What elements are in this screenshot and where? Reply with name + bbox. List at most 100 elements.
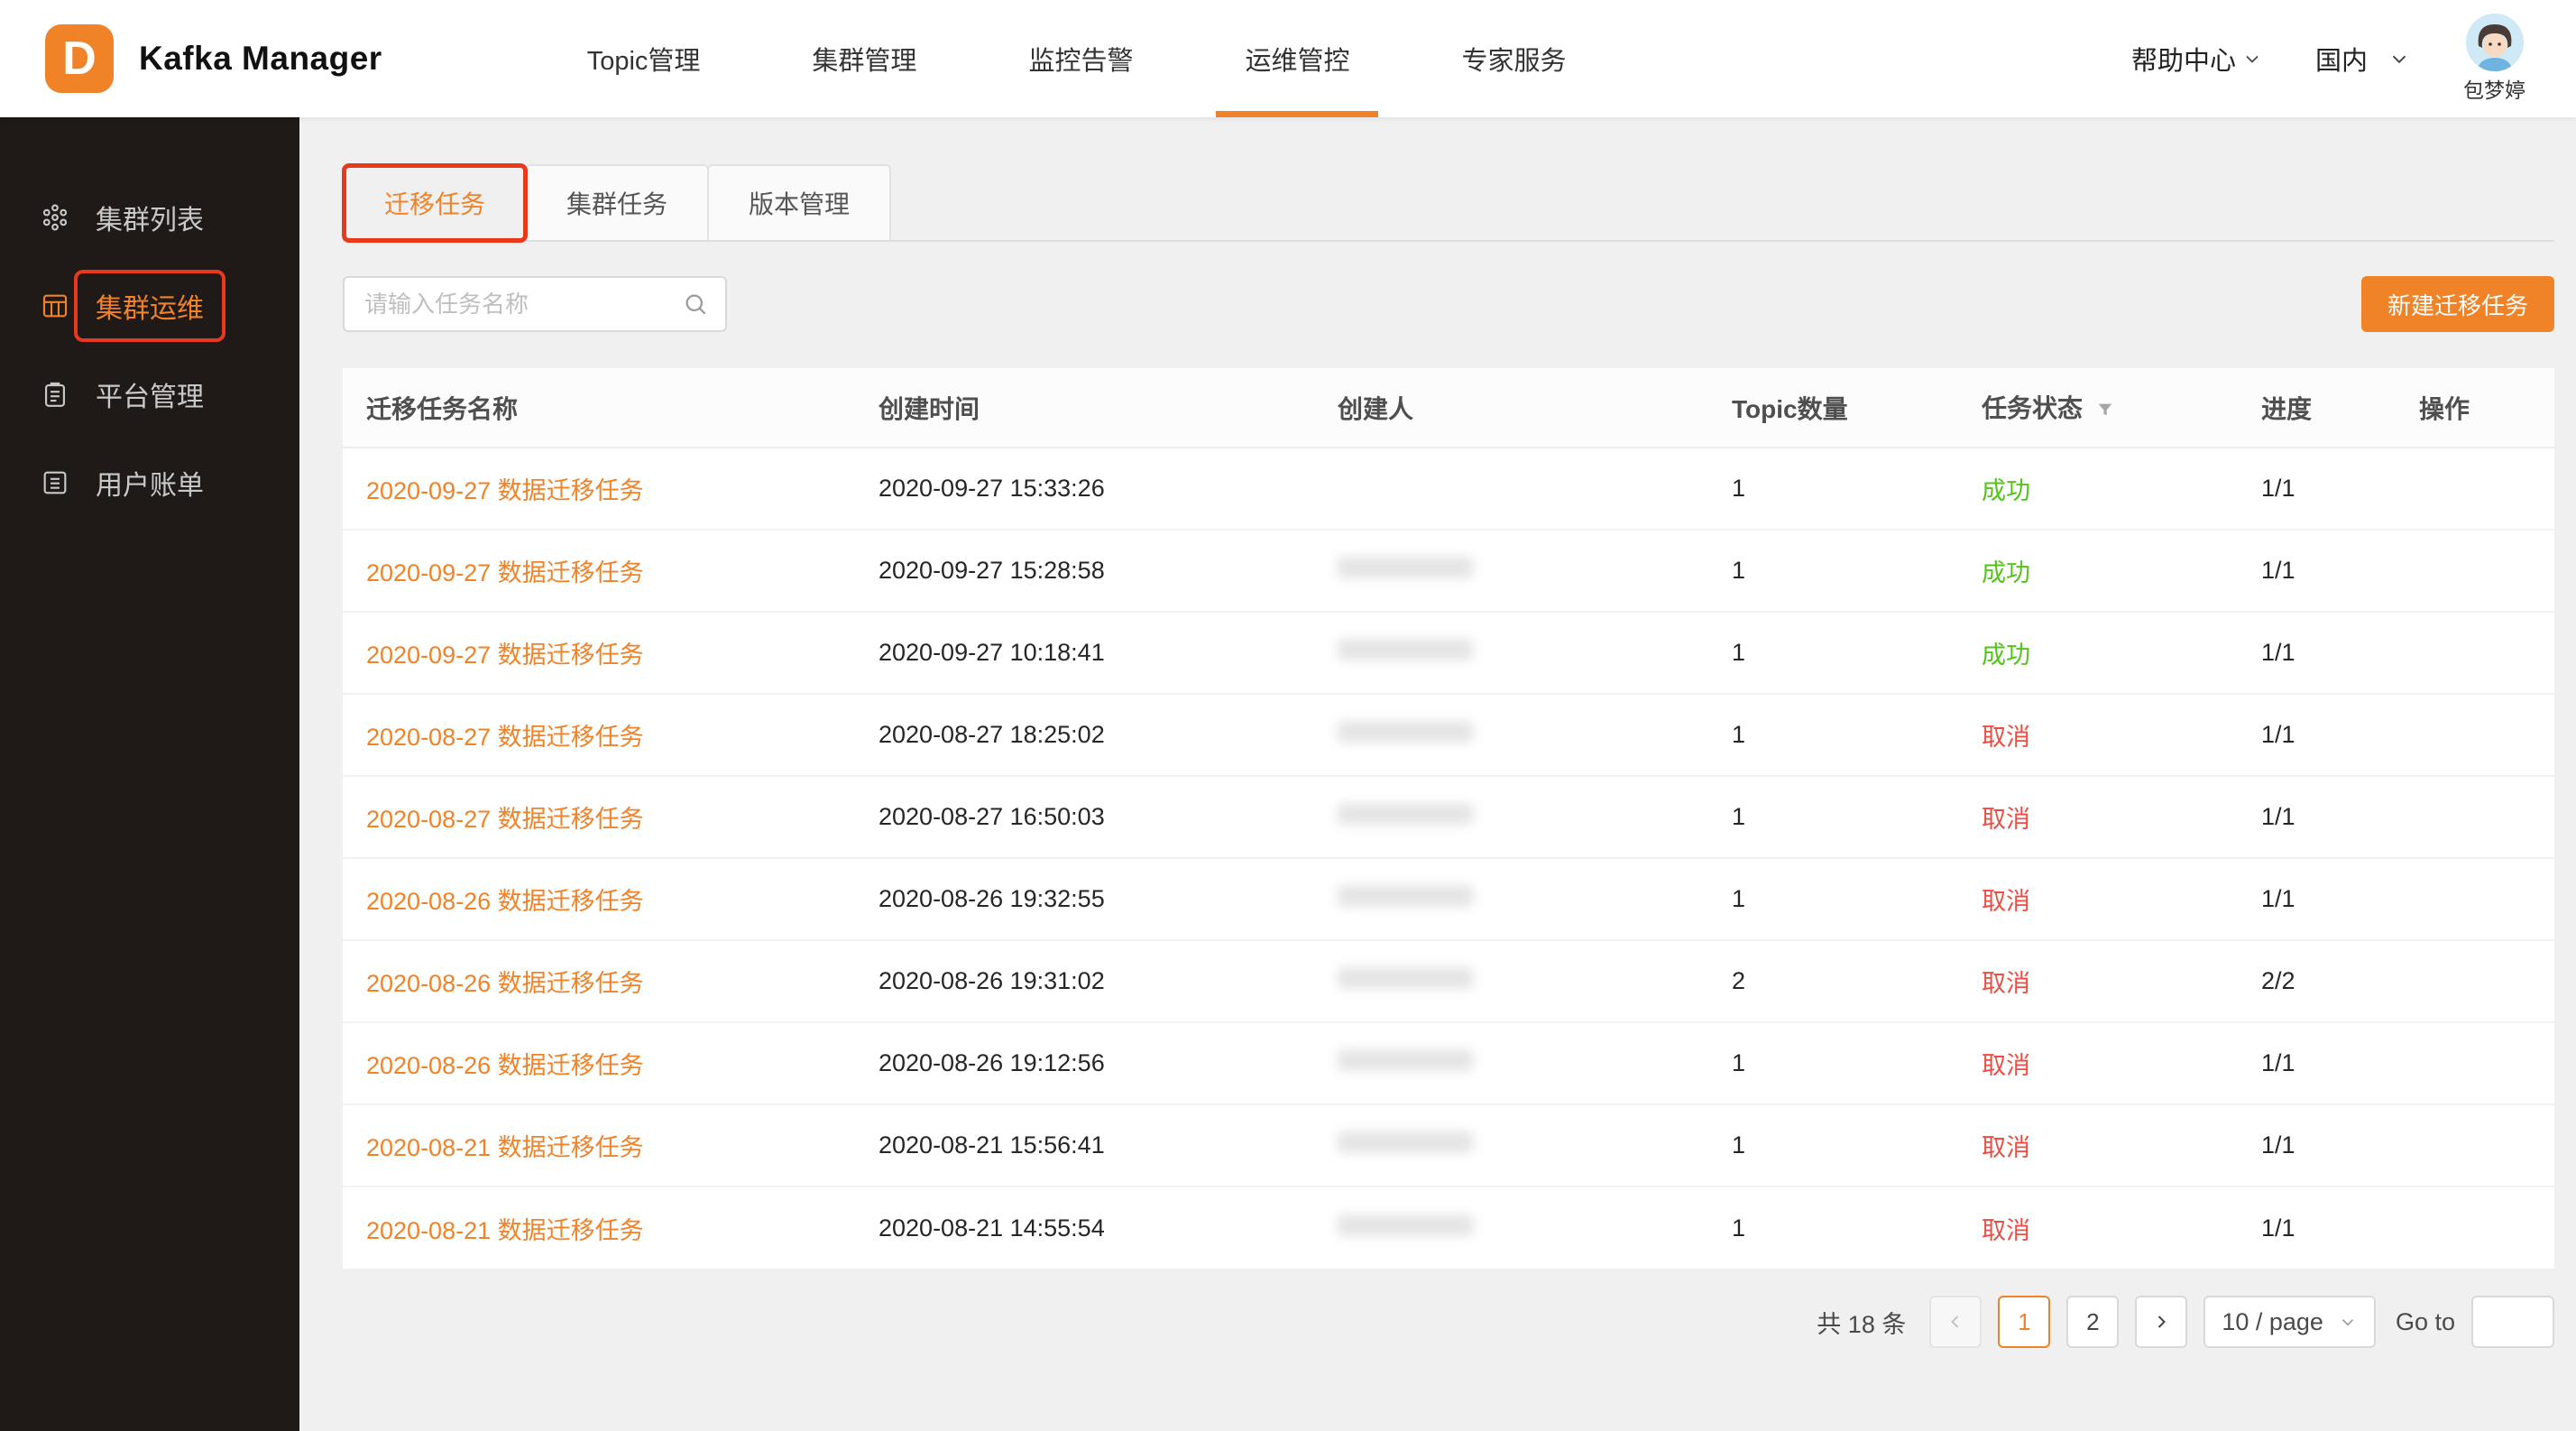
filter-icon[interactable] xyxy=(2095,397,2115,426)
header-right: 帮助中心 国内 xyxy=(2131,14,2525,104)
sidebar-item[interactable]: 平台管理 xyxy=(0,350,299,439)
tab[interactable]: 集群任务 xyxy=(525,164,709,240)
status-badge: 取消 xyxy=(1982,724,2030,751)
creator-redacted-blur xyxy=(1338,967,1473,989)
actions-cell xyxy=(2419,776,2554,858)
progress-cell: 1/1 xyxy=(2261,858,2419,940)
column-header-label: 迁移任务名称 xyxy=(366,395,518,423)
table-column-header: Topic数量 xyxy=(1732,368,1982,448)
top-nav-item-label: 监控告警 xyxy=(1028,40,1133,78)
sidebar-item-label: 平台管理 xyxy=(96,373,204,416)
toolbar: 新建迁移任务 xyxy=(343,276,2554,332)
page-number-button[interactable]: 2 xyxy=(2066,1296,2119,1348)
top-nav-item[interactable]: 专家服务 xyxy=(1405,0,1622,117)
sidebar-item-label: 集群列表 xyxy=(96,196,204,239)
top-nav-item[interactable]: Topic管理 xyxy=(531,0,757,117)
status-badge: 取消 xyxy=(1982,1134,2030,1161)
progress-cell: 1/1 xyxy=(2261,1022,2419,1104)
avatar[interactable] xyxy=(2466,14,2524,71)
region-dropdown[interactable]: 国内 xyxy=(2315,40,2411,78)
topic-count-cell: 2 xyxy=(1732,940,1982,1022)
status-badge: 成功 xyxy=(1982,559,2030,586)
user-menu[interactable]: 包梦婷 xyxy=(2463,14,2525,104)
sidebar-item[interactable]: 集群运维 xyxy=(0,262,299,350)
creator-redacted-blur xyxy=(1338,721,1473,743)
progress-cell: 1/1 xyxy=(2261,776,2419,858)
creator-redacted-blur xyxy=(1338,1214,1473,1236)
creator-cell xyxy=(1338,1186,1732,1269)
user-name: 包梦婷 xyxy=(2463,73,2525,104)
creator-cell xyxy=(1338,940,1732,1022)
creator-redacted-blur xyxy=(1338,1049,1473,1071)
table-column-header: 进度 xyxy=(2261,368,2419,448)
actions-cell xyxy=(2419,858,2554,940)
column-header-label: Topic数量 xyxy=(1732,395,1848,423)
create-time-cell: 2020-08-27 16:50:03 xyxy=(879,776,1338,858)
page-size-select[interactable]: 10 / page xyxy=(2203,1296,2376,1348)
create-time-cell: 2020-08-27 18:25:02 xyxy=(879,694,1338,776)
sidebar-item[interactable]: 用户账单 xyxy=(0,439,299,527)
prev-page-button[interactable] xyxy=(1929,1296,1982,1348)
status-badge: 成功 xyxy=(1982,477,2030,504)
task-name-link[interactable]: 2020-09-27 数据迁移任务 xyxy=(366,642,644,669)
actions-cell xyxy=(2419,448,2554,530)
topic-count-cell: 1 xyxy=(1732,1022,1982,1104)
task-name-link[interactable]: 2020-08-26 数据迁移任务 xyxy=(366,888,644,915)
column-header-label: 操作 xyxy=(2419,395,2470,423)
tab[interactable]: 版本管理 xyxy=(707,164,891,240)
tab-label: 集群任务 xyxy=(566,185,667,221)
task-name-link[interactable]: 2020-08-27 数据迁移任务 xyxy=(366,724,644,751)
page-layout: 集群列表 集群运维 平台管理 用户账单 xyxy=(0,117,2576,1431)
status-badge: 成功 xyxy=(1982,642,2030,669)
task-tabs: 迁移任务 集群任务 版本管理 xyxy=(343,164,2554,242)
creator-cell xyxy=(1338,448,1732,530)
tab[interactable]: 迁移任务 xyxy=(343,164,527,240)
progress-cell: 2/2 xyxy=(2261,940,2419,1022)
progress-cell: 1/1 xyxy=(2261,612,2419,694)
actions-cell xyxy=(2419,612,2554,694)
topic-count-cell: 1 xyxy=(1732,858,1982,940)
creator-cell xyxy=(1338,776,1732,858)
creator-redacted-blur xyxy=(1338,803,1473,825)
create-time-cell: 2020-08-26 19:31:02 xyxy=(879,940,1338,1022)
page-number-button[interactable]: 1 xyxy=(1998,1296,2050,1348)
task-name-link[interactable]: 2020-08-26 数据迁移任务 xyxy=(366,1052,644,1079)
topic-count-cell: 1 xyxy=(1732,1186,1982,1269)
topic-count-cell: 1 xyxy=(1732,1104,1982,1186)
column-header-label: 创建时间 xyxy=(879,395,980,423)
brand-logo-icon[interactable]: D xyxy=(45,24,114,93)
creator-redacted-blur xyxy=(1338,639,1473,660)
task-name-link[interactable]: 2020-09-27 数据迁移任务 xyxy=(366,477,644,504)
top-nav-item[interactable]: 运维管控 xyxy=(1189,0,1405,117)
next-page-button[interactable] xyxy=(2135,1296,2187,1348)
task-name-link[interactable]: 2020-08-21 数据迁移任务 xyxy=(366,1134,644,1161)
table-row: 2020-08-26 数据迁移任务 2020-08-26 19:32:55 1 … xyxy=(343,858,2554,940)
search-input[interactable] xyxy=(364,291,682,319)
help-center-dropdown[interactable]: 帮助中心 xyxy=(2131,40,2263,78)
creator-redacted-blur xyxy=(1338,557,1473,578)
table-row: 2020-08-27 数据迁移任务 2020-08-27 18:25:02 1 … xyxy=(343,694,2554,776)
top-nav-item-label: Topic管理 xyxy=(587,40,701,78)
column-header-label: 任务状态 xyxy=(1982,394,2083,422)
create-migration-task-button[interactable]: 新建迁移任务 xyxy=(2361,276,2554,332)
task-name-link[interactable]: 2020-08-27 数据迁移任务 xyxy=(366,806,644,833)
top-nav-item[interactable]: 监控告警 xyxy=(972,0,1189,117)
task-name-link[interactable]: 2020-08-26 数据迁移任务 xyxy=(366,970,644,997)
sidebar-item[interactable]: 集群列表 xyxy=(0,173,299,262)
table-column-header: 创建人 xyxy=(1338,368,1732,448)
create-time-cell: 2020-08-21 14:55:54 xyxy=(879,1186,1338,1269)
tab-label: 迁移任务 xyxy=(384,185,485,221)
tab-label: 版本管理 xyxy=(749,185,850,221)
task-name-link[interactable]: 2020-09-27 数据迁移任务 xyxy=(366,559,644,586)
table-row: 2020-09-27 数据迁移任务 2020-09-27 15:28:58 1 … xyxy=(343,530,2554,612)
top-nav-item[interactable]: 集群管理 xyxy=(756,0,972,117)
brand-title: Kafka Manager xyxy=(139,40,382,78)
goto-page-input[interactable] xyxy=(2471,1296,2554,1348)
top-nav-item-label: 集群管理 xyxy=(812,40,916,78)
column-header-label: 进度 xyxy=(2261,395,2312,423)
actions-cell xyxy=(2419,1104,2554,1186)
top-nav-item-label: 专家服务 xyxy=(1461,40,1566,78)
chevron-down-icon xyxy=(2387,47,2411,70)
task-name-link[interactable]: 2020-08-21 数据迁移任务 xyxy=(366,1217,644,1244)
search-icon[interactable] xyxy=(682,291,709,318)
